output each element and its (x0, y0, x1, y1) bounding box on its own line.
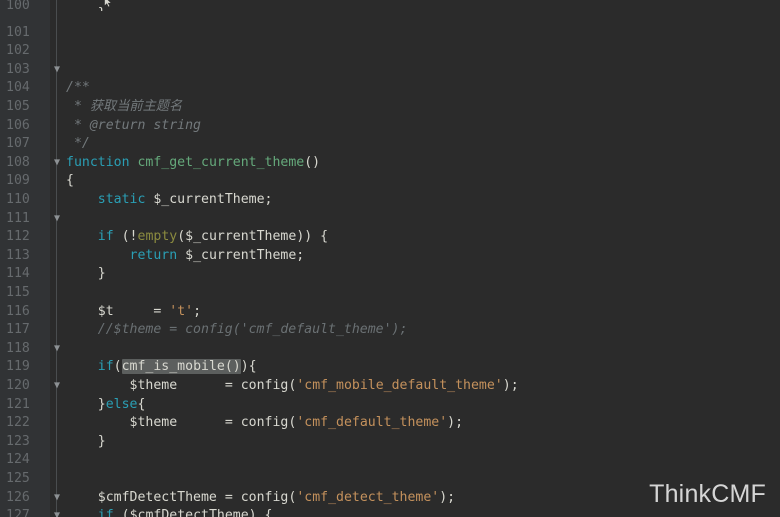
code-line[interactable]: 111 return $_currentTheme; (0, 191, 780, 263)
code-line[interactable]: 108 static $_currentTheme; (0, 135, 780, 207)
code-line[interactable]: 109 (0, 154, 780, 188)
code-line[interactable]: 101 (0, 5, 780, 40)
code-line[interactable]: 110 ▼ if (!empty($_currentTheme)) { (0, 172, 780, 244)
code-line[interactable]: 118 $theme = config('cmf_mobile_default_… (0, 321, 780, 393)
code-line[interactable]: 103 * 获取当前主题名 (0, 42, 780, 114)
code-line[interactable]: 105 */ (0, 79, 780, 151)
code-line[interactable]: 122 (0, 396, 780, 430)
code-line[interactable]: 121 } (0, 377, 780, 449)
code-line[interactable]: 117 ▼ if(cmf_is_mobile()){ (0, 303, 780, 375)
code-line[interactable]: 120 $theme = config('cmf_default_theme')… (0, 358, 780, 430)
code-line[interactable]: 123 (0, 414, 780, 449)
code-line[interactable]: 119 ▼ }else{ (0, 340, 780, 411)
code-line[interactable]: 116 (0, 284, 780, 319)
code-viewport[interactable]: 100 } 101 102 ▼ /** 103 * 获取当前主题名 104 * … (0, 0, 780, 517)
code-line[interactable]: 115 //$theme = config('cmf_default_theme… (0, 265, 780, 337)
code-line[interactable]: 102 ▼ /** (0, 24, 780, 95)
code-line[interactable]: 112 } (0, 210, 780, 281)
code-line[interactable]: 107 ▼ { (0, 117, 780, 188)
thinkcmf-watermark: ThinkCMF (649, 480, 766, 508)
code-line[interactable]: 125 ▼ if ($cmfDetectTheme) { (0, 451, 780, 517)
code-line[interactable]: 114 $t = 't'; (0, 247, 780, 318)
code-line[interactable]: 113 (0, 228, 780, 263)
code-line[interactable]: 124 $cmfDetectTheme = config('cmf_detect… (0, 433, 780, 504)
code-line[interactable]: 106 function cmf_get_current_theme() (0, 98, 780, 170)
code-editor-screen: 100 } 101 102 ▼ /** 103 * 获取当前主题名 104 * … (0, 0, 780, 517)
code-line[interactable]: 104 * @return string (0, 61, 780, 132)
